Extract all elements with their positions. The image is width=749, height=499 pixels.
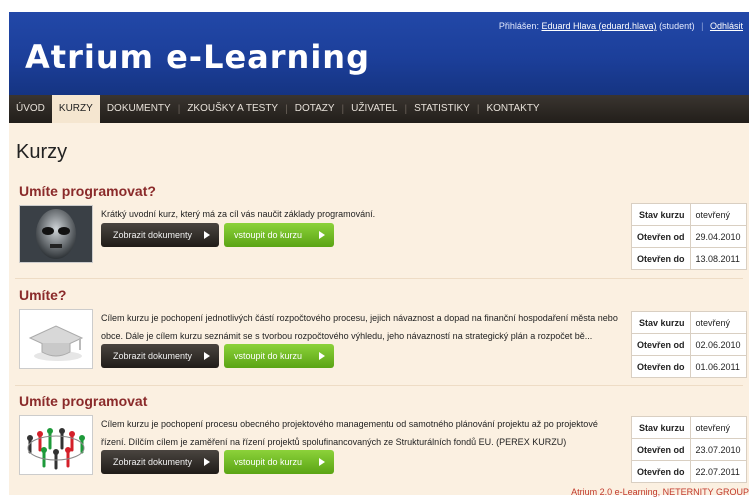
course-item: Umíte programovat Cílem kurzu je pochope… (9, 393, 749, 493)
nav-item-kurzy[interactable]: KURZY (51, 95, 100, 123)
main-nav: ÚVOD KURZY DOKUMENTY | ZKOUŠKY A TESTY |… (9, 95, 749, 123)
enter-course-button[interactable]: vstoupit do kurzu (224, 223, 334, 247)
course-item: Umíte? Cílem kurzu je pochopení jednotli… (9, 287, 749, 385)
footer: Atrium 2.0 e-Learning, NETERNITY GROUP (571, 487, 749, 497)
enter-course-button[interactable]: vstoupit do kurzu (224, 450, 334, 474)
show-documents-button[interactable]: Zobrazit dokumenty (101, 223, 219, 247)
logout-link[interactable]: Odhlásit (710, 21, 743, 31)
nav-item-uzivatel[interactable]: UŽIVATEL (344, 95, 404, 123)
page: Atrium e-Learning Přihlášen: Eduard Hlav… (9, 12, 749, 495)
course-state: otevřený (689, 203, 747, 226)
course-info-table: Stav kurzu otevřený Otevřen od 02.06.2010 … (631, 311, 747, 378)
course-state: otevřený (689, 416, 747, 439)
header: Atrium e-Learning Přihlášen: Eduard Hlav… (9, 12, 749, 95)
alien-face-icon[interactable] (19, 205, 93, 263)
arrow-right-icon (204, 352, 210, 360)
course-title[interactable]: Umíte programovat (19, 393, 147, 409)
course-open-to: 13.08.2011 (689, 247, 747, 270)
course-item: Umíte programovat? Krátký uvodní kurz, k… (9, 183, 749, 273)
course-info-table: Stav kurzu otevřený Otevřen od 29.04.2010 … (631, 203, 747, 270)
nav-item-statistiky[interactable]: STATISTIKY (407, 95, 477, 123)
course-open-from: 29.04.2010 (689, 225, 747, 248)
show-documents-button[interactable]: Zobrazit dokumenty (101, 344, 219, 368)
show-documents-button[interactable]: Zobrazit dokumenty (101, 450, 219, 474)
divider (15, 385, 743, 386)
login-info: Přihlášen: Eduard Hlava (eduard.hlava) (… (498, 21, 743, 31)
user-role: (student) (659, 21, 695, 31)
course-open-to: 22.07.2011 (689, 460, 747, 483)
nav-item-dotazy[interactable]: DOTAZY (288, 95, 342, 123)
course-description: Cílem kurzu je pochopení procesu obecnéh… (101, 419, 598, 447)
course-info-table: Stav kurzu otevřený Otevřen od 23.07.2010 … (631, 416, 747, 483)
nav-item-kontakty[interactable]: KONTAKTY (479, 95, 546, 123)
site-title: Atrium e-Learning (25, 38, 370, 76)
course-description: Cílem kurzu je pochopení jednotlivých čá… (101, 313, 618, 341)
course-description: Krátký uvodní kurz, který má za cíl vás … (101, 209, 376, 219)
arrow-right-icon (319, 231, 325, 239)
content: Kurzy Umíte programovat? Krátký uvodní k… (9, 123, 749, 495)
people-circle-icon[interactable] (19, 415, 93, 475)
user-profile-link[interactable]: Eduard Hlava (eduard.hlava) (541, 21, 656, 31)
course-open-from: 23.07.2010 (689, 438, 747, 461)
nav-item-zkousky[interactable]: ZKOUŠKY A TESTY (180, 95, 285, 123)
page-title: Kurzy (16, 141, 68, 163)
arrow-right-icon (319, 352, 325, 360)
course-title[interactable]: Umíte? (19, 287, 66, 303)
course-open-from: 02.06.2010 (689, 333, 747, 356)
arrow-right-icon (319, 458, 325, 466)
graduation-cap-icon[interactable] (19, 309, 93, 369)
divider (15, 278, 743, 279)
course-title[interactable]: Umíte programovat? (19, 183, 156, 199)
course-state: otevřený (689, 311, 747, 334)
enter-course-button[interactable]: vstoupit do kurzu (224, 344, 334, 368)
nav-item-dokumenty[interactable]: DOKUMENTY (100, 95, 178, 123)
login-prefix: Přihlášen: (498, 21, 539, 31)
nav-item-uvod[interactable]: ÚVOD (9, 95, 52, 123)
arrow-right-icon (204, 458, 210, 466)
course-open-to: 01.06.2011 (689, 355, 747, 378)
arrow-right-icon (204, 231, 210, 239)
